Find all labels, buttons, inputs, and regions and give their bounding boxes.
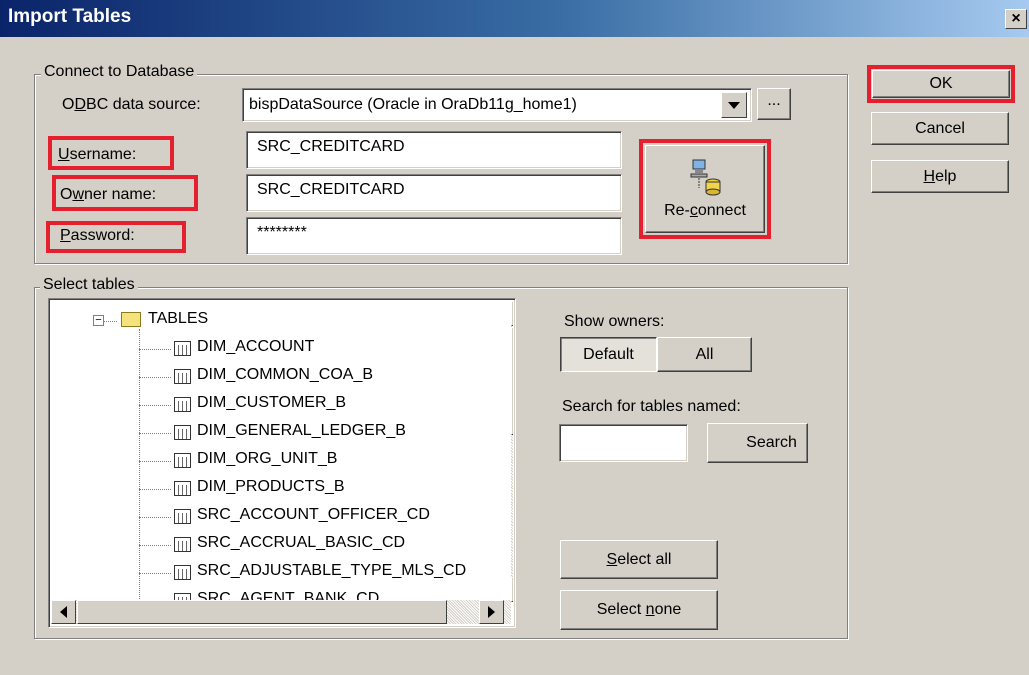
browse-button[interactable]: ... — [757, 88, 791, 120]
select-tables-group-label: Select tables — [40, 276, 138, 294]
password-label-highlight — [46, 221, 186, 253]
password-field[interactable]: ******** — [246, 217, 622, 255]
scroll-down-button[interactable] — [511, 577, 513, 602]
odbc-select[interactable]: bispDataSource (Oracle in OraDb11g_home1… — [242, 88, 752, 122]
show-owners-label: Show owners: — [564, 313, 665, 330]
connect-group-label: Connect to Database — [41, 63, 198, 81]
owner-label-highlight — [52, 175, 198, 211]
username-field[interactable]: SRC_CREDITCARD — [246, 131, 622, 169]
network-database-icon — [685, 158, 725, 198]
search-label: Search for tables named: — [562, 398, 741, 415]
table-icon — [174, 369, 191, 384]
owner-value: SRC_CREDITCARD — [257, 181, 405, 198]
scroll-thumb[interactable] — [511, 327, 513, 435]
chevron-down-icon — [728, 101, 740, 109]
help-button[interactable]: Help — [871, 160, 1009, 193]
select-all-button[interactable]: Select all — [560, 540, 718, 579]
close-icon: × — [1011, 10, 1021, 27]
collapse-icon: − — [93, 315, 104, 326]
default-owners-button[interactable]: Default — [560, 337, 657, 372]
table-icon — [174, 425, 191, 440]
table-icon — [174, 509, 191, 524]
cancel-button[interactable]: Cancel — [871, 112, 1009, 145]
tables-tree-content: − TABLES DIM_ACCOUNT DIM_COMMON_COA_B DI… — [51, 301, 513, 623]
select-none-button[interactable]: Select none — [560, 590, 718, 630]
owner-field[interactable]: SRC_CREDITCARD — [246, 174, 622, 212]
title-bar: Import Tables × — [0, 0, 1029, 37]
scroll-right-button[interactable] — [479, 600, 504, 624]
search-input[interactable] — [559, 424, 688, 462]
odbc-value: bispDataSource (Oracle in OraDb11g_home1… — [249, 96, 577, 113]
username-value: SRC_CREDITCARD — [257, 138, 405, 155]
tree-trunk — [139, 329, 140, 623]
all-owners-button[interactable]: All — [657, 337, 752, 372]
scroll-up-button[interactable] — [511, 301, 513, 326]
table-icon — [174, 397, 191, 412]
username-label-highlight — [48, 136, 174, 170]
table-icon — [174, 565, 191, 580]
table-icon — [174, 341, 191, 356]
close-button[interactable]: × — [1005, 9, 1027, 29]
table-icon — [174, 537, 191, 552]
folder-icon — [121, 312, 141, 327]
odbc-dropdown-button[interactable] — [721, 92, 747, 118]
password-value: ******** — [257, 224, 307, 241]
reconnect-button[interactable]: Re-connect — [645, 145, 765, 233]
horizontal-scroll-thumb[interactable] — [77, 600, 447, 624]
table-icon — [174, 481, 191, 496]
tree-connector — [103, 321, 117, 322]
arrow-right-icon — [488, 606, 495, 618]
search-button[interactable]: Search — [707, 423, 808, 463]
odbc-label: ODBC data source: — [62, 96, 201, 113]
reconnect-label: Re-connect — [664, 202, 746, 219]
window-title: Import Tables — [8, 6, 132, 27]
ok-button[interactable]: OK — [872, 70, 1010, 98]
table-icon — [174, 453, 191, 468]
scroll-left-button[interactable] — [51, 600, 76, 624]
arrow-left-icon — [60, 606, 67, 618]
